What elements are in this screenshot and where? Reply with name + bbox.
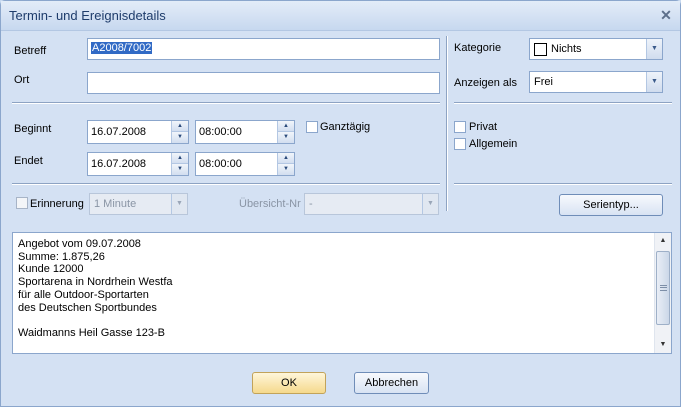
spin-up-icon[interactable]: ▲ (172, 121, 188, 132)
grip-icon (660, 285, 667, 291)
subject-label: Betreff (14, 45, 47, 57)
start-date-value: 16.07.2008 (91, 126, 147, 138)
spin-down-icon[interactable]: ▼ (278, 164, 294, 175)
cancel-button[interactable]: Abbrechen (354, 372, 429, 394)
spin-up-icon[interactable]: ▲ (278, 153, 294, 164)
notes-text: Angebot vom 09.07.2008 Summe: 1.875,26 K… (18, 238, 173, 339)
location-label: Ort (14, 74, 30, 86)
show-as-value: Frei (534, 76, 553, 88)
private-checkbox[interactable] (454, 121, 466, 133)
window-title: Termin- und Ereignisdetails (9, 8, 166, 23)
location-input[interactable] (87, 72, 440, 94)
notes-textarea[interactable]: Angebot vom 09.07.2008 Summe: 1.875,26 K… (12, 232, 672, 354)
overview-select[interactable]: - ▼ (304, 193, 439, 215)
grip-line (660, 287, 667, 288)
private-label: Privat (469, 121, 498, 133)
recurrence-button[interactable]: Serientyp... (559, 194, 663, 216)
all-day-checkbox[interactable] (306, 121, 318, 133)
appointment-dialog: Termin- und Ereignisdetails ✕ Betreff A2… (0, 0, 681, 407)
all-day-label: Ganztägig (320, 121, 371, 133)
end-time-value: 08:00:00 (199, 158, 242, 170)
subject-input[interactable]: A2008/7002 (87, 38, 440, 60)
end-time-stepper[interactable]: 08:00:00 ▲ ▼ (195, 152, 295, 176)
reminder-checkbox[interactable] (16, 197, 28, 209)
general-checkbox[interactable] (454, 138, 466, 150)
vertical-separator (446, 36, 448, 211)
spin-up-icon[interactable]: ▲ (172, 153, 188, 164)
show-as-select[interactable]: Frei ▼ (529, 71, 663, 93)
start-date-stepper[interactable]: 16.07.2008 ▲ ▼ (87, 120, 189, 144)
reminder-value: 1 Minute (94, 198, 137, 210)
reminder-select[interactable]: 1 Minute ▼ (89, 193, 188, 215)
category-color-swatch (534, 43, 547, 56)
spin-up-icon[interactable]: ▲ (278, 121, 294, 132)
scroll-up-icon[interactable]: ▲ (655, 233, 671, 249)
spin-down-icon[interactable]: ▼ (172, 164, 188, 175)
close-icon[interactable]: ✕ (658, 7, 674, 23)
reminder-label: Erinnerung (30, 198, 84, 210)
separator (454, 183, 672, 185)
chevron-down-icon[interactable]: ▼ (646, 39, 662, 59)
spin-down-icon[interactable]: ▼ (278, 132, 294, 143)
spin-down-icon[interactable]: ▼ (172, 132, 188, 143)
end-date-stepper[interactable]: 16.07.2008 ▲ ▼ (87, 152, 189, 176)
show-as-label: Anzeigen als (454, 77, 517, 89)
chevron-down-icon[interactable]: ▼ (171, 194, 187, 214)
general-label: Allgemein (469, 138, 518, 150)
end-label: Endet (14, 155, 43, 167)
end-date-value: 16.07.2008 (91, 158, 147, 170)
category-select[interactable]: Nichts ▼ (529, 38, 663, 60)
category-value: Nichts (551, 43, 582, 55)
separator (454, 102, 672, 104)
overview-value: - (309, 198, 313, 210)
title-bar[interactable]: Termin- und Ereignisdetails ✕ (1, 1, 680, 31)
subject-value: A2008/7002 (91, 42, 153, 54)
ok-button[interactable]: OK (252, 372, 326, 394)
separator (12, 183, 440, 185)
chevron-down-icon[interactable]: ▼ (646, 72, 662, 92)
notes-scrollbar[interactable]: ▲ ▼ (654, 233, 671, 353)
start-time-stepper[interactable]: 08:00:00 ▲ ▼ (195, 120, 295, 144)
scroll-down-icon[interactable]: ▼ (655, 337, 671, 353)
chevron-down-icon[interactable]: ▼ (422, 194, 438, 214)
separator (12, 102, 440, 104)
scrollbar-thumb[interactable] (656, 251, 670, 325)
start-label: Beginnt (14, 123, 52, 135)
start-time-value: 08:00:00 (199, 126, 242, 138)
category-label: Kategorie (454, 42, 502, 54)
overview-label: Übersicht-Nr (239, 198, 301, 210)
